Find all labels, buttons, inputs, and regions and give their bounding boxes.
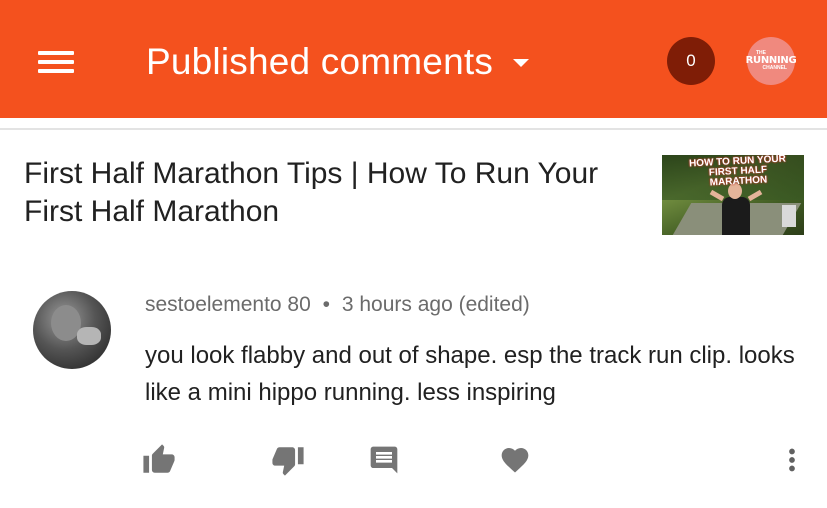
- thumbnail-runner: [722, 197, 750, 235]
- video-thumbnail[interactable]: HOW TO RUN YOUR FIRST HALF MARATHON: [662, 155, 804, 235]
- channel-logo-text-bottom: CHANNEL: [762, 65, 787, 71]
- thumb-up-icon: [143, 444, 175, 473]
- thumb-down-icon: [272, 447, 304, 476]
- heart-icon: [501, 448, 529, 473]
- comments-filter-dropdown[interactable]: Published comments: [146, 38, 530, 86]
- comment-meta: sestoelemento 80 • 3 hours ago (edited): [145, 293, 530, 317]
- more-vert-icon: [789, 448, 795, 472]
- reply-button[interactable]: [366, 442, 402, 478]
- menu-icon[interactable]: [36, 48, 76, 78]
- app-bar: Published comments 0 THE RUNNING CHANNEL: [0, 0, 827, 118]
- notification-count-badge[interactable]: 0: [667, 37, 715, 85]
- avatar-hand: [77, 327, 101, 345]
- channel-avatar[interactable]: THE RUNNING CHANNEL: [746, 37, 797, 85]
- video-title-link[interactable]: First Half Marathon Tips | How To Run Yo…: [24, 155, 644, 231]
- comment-time: 3 hours ago (edited): [341, 293, 530, 316]
- like-button[interactable]: [141, 442, 177, 478]
- divider: [0, 128, 827, 130]
- thumbnail-headline: HOW TO RUN YOUR FIRST HALF MARATHON: [688, 155, 787, 189]
- heart-button[interactable]: [497, 442, 533, 478]
- menu-icon-line: [38, 51, 74, 55]
- more-options-button[interactable]: [774, 442, 810, 478]
- dropdown-arrow-icon: [513, 59, 530, 67]
- comment-body: you look flabby and out of shape. esp th…: [145, 342, 795, 406]
- menu-icon-line: [38, 60, 74, 64]
- page-title: Published comments: [146, 41, 494, 82]
- comment-author[interactable]: sestoelemento 80: [145, 293, 311, 316]
- reply-comment-icon: [370, 446, 398, 474]
- commenter-avatar[interactable]: [33, 291, 111, 369]
- dislike-button[interactable]: [270, 442, 306, 478]
- thumbnail-sign: [782, 205, 796, 227]
- menu-icon-line: [38, 69, 74, 73]
- meta-separator: •: [322, 293, 330, 316]
